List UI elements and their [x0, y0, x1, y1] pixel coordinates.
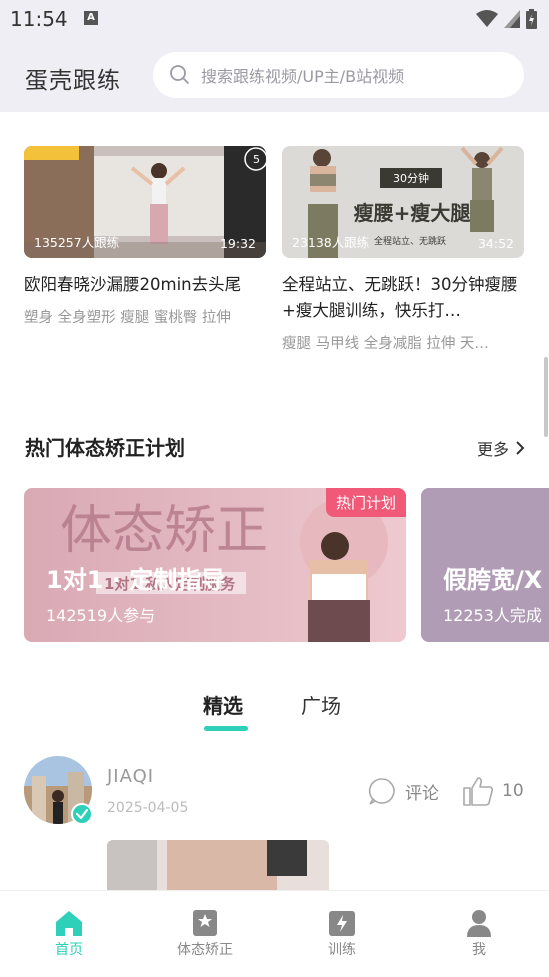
post-image[interactable]	[107, 840, 329, 890]
video-tags: 塑身 全身塑形 瘦腿 蜜桃臀 拉伸	[24, 310, 231, 326]
plan-card[interactable]: 假胯宽/X 12253人完成	[421, 488, 549, 642]
home-icon	[56, 911, 82, 936]
person-icon	[467, 910, 491, 937]
post-username[interactable]: JIAQI	[107, 766, 154, 787]
like-button[interactable]: 10	[462, 776, 524, 806]
plan-title: 1对1 · 定制指导	[46, 566, 226, 594]
video-title[interactable]: 欧阳春晓沙漏腰20min去头尾	[24, 272, 266, 298]
video-tags: 瘦腿 马甲线 全身减脂 拉伸 天…	[282, 336, 489, 352]
video-thumbnail[interactable]: 30分钟 瘦腰+瘦大腿 全程站立、无跳跃 23138人跟练 34:52	[282, 146, 524, 258]
bottom-nav: 首页 体态矫正 训练 我	[0, 890, 549, 977]
verified-badge-icon	[71, 803, 93, 825]
video-thumbnail[interactable]: 5 135257人跟练 19:32	[24, 146, 266, 258]
plan-participants: 12253人完成	[443, 606, 542, 625]
active-tab-indicator	[204, 726, 248, 731]
chevron-right-icon	[516, 441, 525, 455]
post-photo	[107, 840, 329, 890]
video-duration: 34:52	[477, 236, 514, 251]
thumb-text-sub: 全程站立、无跳跃	[374, 235, 446, 247]
plan-participants: 142519人参与	[46, 606, 156, 625]
comment-icon	[368, 778, 395, 805]
search-placeholder: 搜索跟练视频/UP主/B站视频	[201, 67, 405, 86]
main-content[interactable]: 5 135257人跟练 19:32 欧阳春晓沙漏腰20min去头尾 塑身 全身塑…	[0, 112, 549, 890]
follow-count: 135257人跟练	[34, 235, 120, 250]
comment-label: 评论	[405, 783, 439, 804]
nav-label: 体态矫正	[177, 942, 233, 958]
video-card[interactable]: 30分钟 瘦腰+瘦大腿 全程站立、无跳跃 23138人跟练 34:52 全程站立…	[282, 146, 524, 353]
bookmark-star-icon	[193, 910, 217, 936]
plan-card[interactable]: 体态矫正 1对1 私人定制服务 热门计划 1对1 · 定制指导 142519人参…	[24, 488, 406, 642]
app-header: 蛋壳跟练 搜索跟练视频/UP主/B站视频	[0, 38, 549, 112]
video-duration: 19:32	[219, 236, 256, 251]
search-icon	[170, 65, 189, 84]
thumb-text-title: 瘦腰+瘦大腿	[354, 201, 471, 225]
feed-tabs: 精选 广场	[0, 690, 549, 734]
plans-section-header: 热门体态矫正计划 更多	[25, 432, 525, 464]
signal-icon	[504, 10, 520, 28]
section-title: 热门体态矫正计划	[25, 436, 185, 460]
hot-plan-badge: 热门计划	[325, 488, 406, 517]
nav-posture[interactable]: 体态矫正	[165, 909, 245, 959]
tab-plaza[interactable]: 广场	[301, 690, 341, 719]
nav-label: 我	[472, 942, 486, 958]
nav-home[interactable]: 首页	[29, 909, 109, 959]
more-button[interactable]: 更多	[477, 436, 525, 460]
more-label: 更多	[476, 440, 509, 459]
video-title[interactable]: 全程站立、无跳跃！30分钟瘦腰+瘦大腿训练，快乐打…	[282, 272, 524, 324]
search-input[interactable]: 搜索跟练视频/UP主/B站视频	[153, 52, 524, 98]
nav-training[interactable]: 训练	[302, 909, 382, 959]
follow-count: 23138人跟练	[292, 235, 370, 250]
svg-text:5: 5	[253, 153, 260, 166]
nav-label: 训练	[328, 942, 356, 958]
bolt-icon	[329, 911, 355, 936]
app-title: 蛋壳跟练	[25, 68, 121, 94]
comment-button[interactable]: 评论	[367, 776, 439, 806]
status-icons	[476, 8, 537, 30]
thumbs-up-icon	[463, 777, 494, 806]
scrollbar[interactable]	[544, 357, 548, 437]
thumb-text-duration: 30分钟	[393, 171, 429, 185]
post-date: 2025-04-05	[107, 800, 189, 816]
nav-me[interactable]: 我	[439, 909, 519, 959]
status-time: 11:54	[10, 7, 68, 31]
plan-title: 假胯宽/X	[443, 566, 543, 594]
wifi-icon	[476, 10, 498, 27]
plan-bg-text: 体态矫正	[60, 501, 268, 561]
nav-label: 首页	[55, 942, 83, 958]
tab-featured[interactable]: 精选	[203, 690, 243, 719]
battery-icon	[526, 9, 537, 29]
video-card[interactable]: 5 135257人跟练 19:32 欧阳春晓沙漏腰20min去头尾 塑身 全身塑…	[24, 146, 266, 327]
notification-icon: A	[84, 11, 98, 25]
status-bar: 11:54 A	[0, 0, 549, 38]
like-count: 10	[502, 781, 524, 801]
